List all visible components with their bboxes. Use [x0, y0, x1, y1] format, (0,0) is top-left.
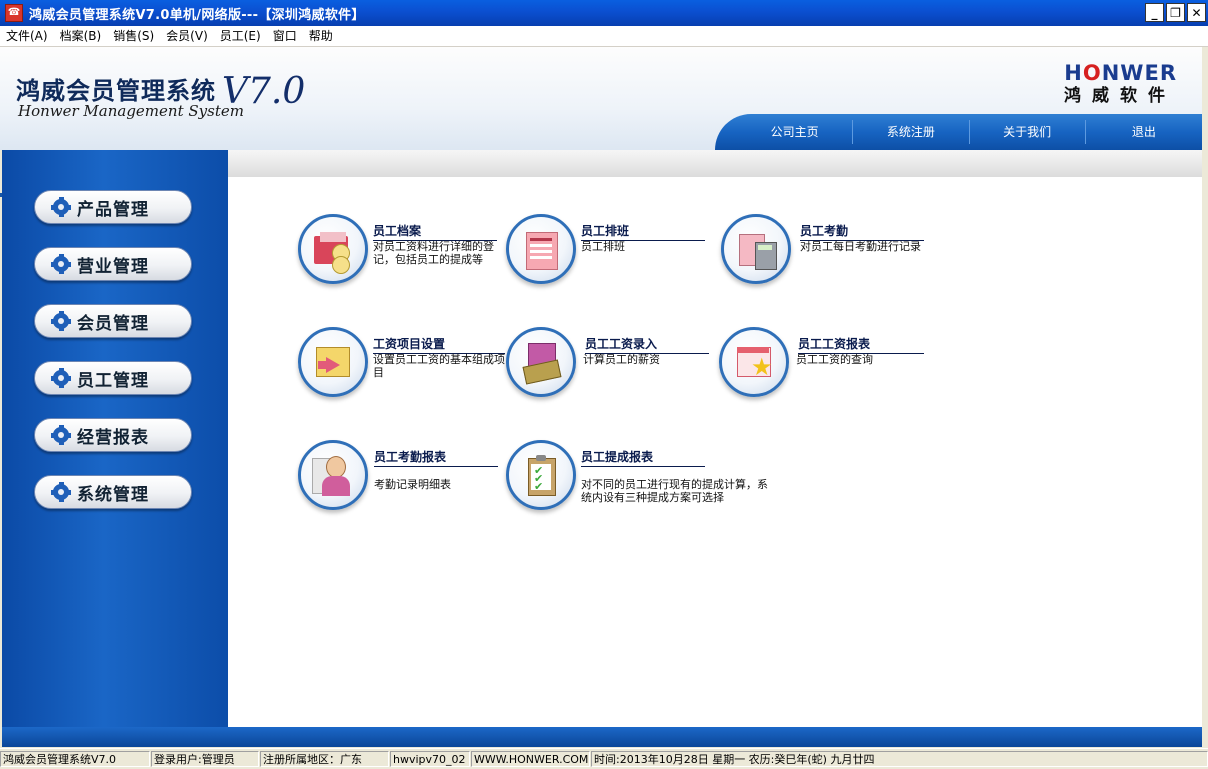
sidebar-item-reports[interactable]: 经营报表	[34, 418, 192, 452]
sidebar-item-label: 会员管理	[77, 313, 149, 334]
sidebar: 产品管理 营业管理 会员管理 员工管理 经营报表 系统管理	[2, 150, 228, 727]
sidebar-item-label: 产品管理	[77, 199, 149, 220]
content-footer-band	[2, 727, 1202, 747]
module-desc: 计算员工的薪资	[583, 353, 660, 366]
module-title: 员工考勤报表	[374, 448, 498, 467]
status-region: 注册所属地区：广东	[260, 751, 389, 767]
sidebar-item-product[interactable]: 产品管理	[34, 190, 192, 224]
module-employee-archive[interactable]: 员工档案 对员工资料进行详细的登记，包括员工的提成等	[298, 214, 508, 288]
gear-icon	[51, 254, 71, 274]
menu-archive[interactable]: 档案(B)	[54, 26, 108, 46]
module-salary-report[interactable]: ★ 员工工资报表 员工工资的查询	[719, 327, 929, 401]
menu-sales[interactable]: 销售(S)	[107, 26, 160, 46]
app-icon[interactable]: ☎	[5, 4, 23, 22]
gear-icon	[51, 425, 71, 445]
sidebar-item-label: 员工管理	[77, 370, 149, 391]
module-title: 员工档案	[373, 222, 497, 241]
sidebar-item-label: 经营报表	[77, 427, 149, 448]
brand-version: V7.0	[222, 71, 306, 112]
money-icon	[518, 339, 564, 385]
restore-button[interactable]: ❐	[1166, 3, 1185, 22]
status-bar: 鸿威会员管理系统V7.0 登录用户:管理员 注册所属地区：广东 hwvipv70…	[0, 748, 1208, 769]
module-title: 员工排班	[581, 222, 705, 241]
chart-icon	[310, 339, 356, 385]
sidebar-item-employee[interactable]: 员工管理	[34, 361, 192, 395]
module-title: 员工工资录入	[585, 335, 709, 354]
folder-icon	[310, 226, 356, 274]
module-title: 工资项目设置	[373, 335, 505, 354]
close-button[interactable]: ✕	[1187, 3, 1206, 22]
module-desc: 员工工资的查询	[796, 353, 873, 366]
status-url: WWW.HONWER.COM	[471, 751, 590, 767]
header-banner: 鸿威会员管理系统 Honwer Management System V7.0 H…	[0, 47, 1203, 197]
module-desc: 考勤记录明细表	[374, 478, 451, 491]
window-controls: _ ❐ ✕	[1145, 3, 1206, 22]
module-desc: 对不同的员工进行现有的提成计算，系统内设有三种提成方案可选择	[581, 478, 768, 504]
menu-member[interactable]: 会员(V)	[160, 26, 214, 46]
schedule-icon	[518, 226, 564, 272]
module-title: 员工考勤	[800, 222, 924, 241]
calculator-icon	[733, 226, 779, 272]
module-icon-frame: ★	[719, 327, 789, 397]
menu-window[interactable]: 窗口	[267, 26, 303, 46]
main-content: 员工档案 对员工资料进行详细的登记，包括员工的提成等 员工排班 员工排班 员工考…	[228, 177, 1202, 727]
nav-register[interactable]: 系统注册	[853, 120, 970, 144]
menu-help[interactable]: 帮助	[303, 26, 339, 46]
module-desc: 员工排班	[581, 240, 625, 253]
module-desc: 对员工资料进行详细的登记，包括员工的提成等	[373, 240, 494, 266]
person-icon	[310, 452, 356, 498]
company-logo-cn: 鸿威软件	[1064, 86, 1176, 106]
nav-home[interactable]: 公司主页	[737, 120, 854, 144]
window-right-edge	[1202, 47, 1208, 748]
module-icon-frame: ✔ ✔ ✔	[506, 440, 576, 510]
module-icon-frame	[298, 327, 368, 397]
gear-icon	[51, 368, 71, 388]
module-icon-frame	[721, 214, 791, 284]
sidebar-item-system[interactable]: 系统管理	[34, 475, 192, 509]
module-employee-attendance[interactable]: 员工考勤 对员工每日考勤进行记录	[721, 214, 941, 288]
module-salary-entry[interactable]: 员工工资录入 计算员工的薪资	[506, 327, 716, 401]
nav-exit[interactable]: 退出	[1086, 120, 1202, 144]
status-app-name: 鸿威会员管理系统V7.0	[0, 751, 150, 767]
module-desc: 对员工每日考勤进行记录	[800, 240, 921, 253]
window-title: 鸿威会员管理系统V7.0单机/网络版---【深圳鸿威软件】	[29, 7, 365, 23]
gear-icon	[51, 197, 71, 217]
module-title: 员工工资报表	[798, 335, 924, 354]
top-nav: 公司主页 系统注册 关于我们 退出	[715, 114, 1202, 150]
menu-file[interactable]: 文件(A)	[0, 26, 54, 46]
gear-icon	[51, 311, 71, 331]
module-icon-frame	[298, 440, 368, 510]
status-datetime: 时间:2013年10月28日 星期一 农历:癸巳年(蛇) 九月廿四	[591, 751, 1208, 767]
content-header-strip	[228, 150, 1202, 177]
status-code: hwvipv70_02	[390, 751, 470, 767]
clipboard-icon: ✔ ✔ ✔	[518, 452, 564, 498]
title-bar: ☎ 鸿威会员管理系统V7.0单机/网络版---【深圳鸿威软件】 _ ❐ ✕	[0, 0, 1208, 26]
module-icon-frame	[506, 214, 576, 284]
module-salary-items[interactable]: 工资项目设置 设置员工工资的基本组成项目	[298, 327, 508, 401]
module-attendance-report[interactable]: 员工考勤报表 考勤记录明细表	[298, 440, 508, 514]
sidebar-item-business[interactable]: 营业管理	[34, 247, 192, 281]
gear-icon	[51, 482, 71, 502]
status-user: 登录用户:管理员	[151, 751, 259, 767]
sidebar-item-label: 营业管理	[77, 256, 149, 277]
sidebar-item-label: 系统管理	[77, 484, 149, 505]
minimize-button[interactable]: _	[1145, 3, 1164, 22]
module-icon-frame	[298, 214, 368, 284]
sidebar-item-member[interactable]: 会员管理	[34, 304, 192, 338]
module-title: 员工提成报表	[581, 448, 705, 467]
star-report-icon: ★	[731, 339, 777, 385]
brand-subtitle: Honwer Management System	[18, 102, 244, 120]
module-employee-schedule[interactable]: 员工排班 员工排班	[506, 214, 706, 288]
module-desc: 设置员工工资的基本组成项目	[373, 353, 505, 379]
module-icon-frame	[506, 327, 576, 397]
nav-about[interactable]: 关于我们	[970, 120, 1086, 144]
menu-employee[interactable]: 员工(E)	[214, 26, 267, 46]
menu-bar: 文件(A) 档案(B) 销售(S) 会员(V) 员工(E) 窗口 帮助	[0, 26, 1208, 47]
brand-title: 鸿威会员管理系统	[16, 77, 216, 105]
module-commission-report[interactable]: ✔ ✔ ✔ 员工提成报表 对不同的员工进行现有的提成计算，系统内设有三种提成方案可选…	[506, 440, 786, 514]
